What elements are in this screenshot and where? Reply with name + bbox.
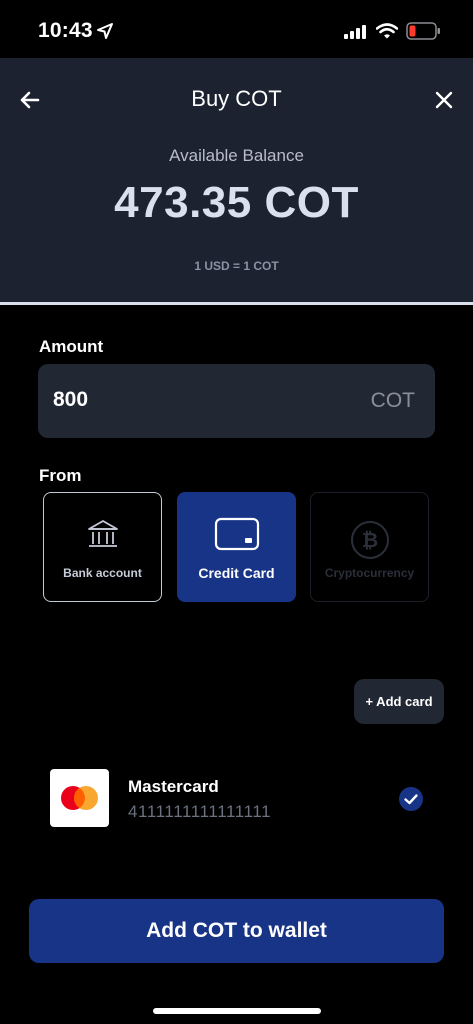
close-icon[interactable] [430,86,458,114]
home-indicator [153,1008,321,1014]
header-divider [0,302,473,305]
add-card-button[interactable]: + Add card [354,679,444,724]
bitcoin-icon: ₿ [350,521,389,559]
amount-input[interactable]: 800 COT [38,364,435,438]
status-time: 10:43 [38,19,93,42]
source-cryptocurrency: ₿ Cryptocurrency [310,492,429,602]
source-bank-account[interactable]: Bank account [43,492,162,602]
source-label: Credit Card [198,565,275,581]
balance-value: 473.35 COT [114,178,359,227]
bank-icon [87,520,118,547]
wifi-icon [376,23,398,39]
checkmark-icon [399,787,423,811]
credit-card-icon [214,517,259,551]
cellular-signal-icon [344,25,366,39]
card-name: Mastercard [128,777,219,796]
status-bar: 10:43 [0,0,473,58]
exchange-rate: 1 USD = 1 COT [194,259,279,273]
amount-unit: COT [370,389,415,412]
location-arrow-icon [97,23,113,39]
add-cot-to-wallet-button[interactable]: Add COT to wallet [29,899,444,963]
from-label: From [39,466,82,485]
amount-label: Amount [39,337,104,356]
payment-card-row[interactable]: Mastercard 4111111111111111 [0,760,473,840]
battery-low-icon [406,22,440,40]
amount-value[interactable]: 800 [53,388,88,412]
svg-text:₿: ₿ [361,528,377,552]
source-label: Bank account [63,566,142,580]
page-title: Buy COT [191,86,282,111]
balance-label: Available Balance [169,146,304,165]
card-number: 4111111111111111 [128,802,272,821]
mastercard-logo-icon [50,769,109,827]
source-label: Cryptocurrency [324,566,415,580]
source-credit-card[interactable]: Credit Card [177,492,296,602]
mastercard-circles [61,786,98,810]
